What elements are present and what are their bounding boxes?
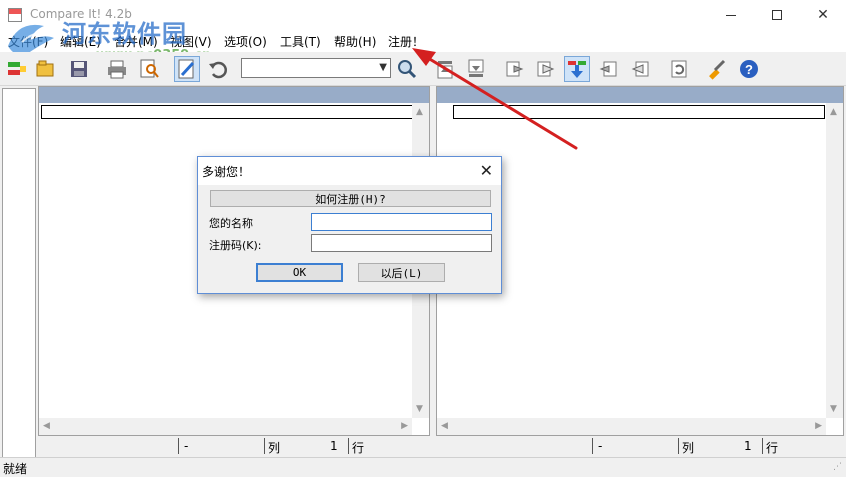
last-difference-icon bbox=[468, 59, 484, 77]
help-icon: ? bbox=[740, 60, 758, 78]
left-col-value: 1 bbox=[330, 439, 338, 453]
later-button[interactable]: 以后(L) bbox=[358, 263, 445, 282]
arrow-right-all-icon bbox=[537, 61, 555, 77]
left-pane-header bbox=[39, 87, 429, 103]
pencil-icon bbox=[178, 59, 195, 79]
last-difference-button[interactable] bbox=[463, 56, 489, 82]
print-preview-button[interactable] bbox=[136, 56, 162, 82]
registration-code-field[interactable] bbox=[311, 234, 492, 252]
arrow-left-all-icon bbox=[631, 61, 649, 77]
menu-options[interactable]: 选项(O) bbox=[224, 33, 267, 50]
save-button[interactable] bbox=[66, 56, 92, 82]
settings-button[interactable] bbox=[704, 56, 730, 82]
left-row-label: 行 bbox=[352, 441, 365, 455]
svg-text:?: ? bbox=[745, 62, 753, 77]
copy-left-all-button[interactable] bbox=[627, 56, 653, 82]
right-pane-statusbar: - 列 1 行 bbox=[436, 436, 844, 457]
register-dialog: 多谢您！ ✕ 如何注册(H)? 您的名称 注册码(K): OK 以后(L) bbox=[197, 156, 502, 294]
right-position: - bbox=[598, 439, 603, 453]
left-horizontal-scrollbar[interactable]: ◀ ▶ bbox=[39, 418, 412, 435]
scroll-down-icon[interactable]: ▼ bbox=[830, 404, 837, 414]
refresh-button[interactable] bbox=[666, 56, 692, 82]
chevron-down-icon[interactable]: ▼ bbox=[379, 62, 387, 73]
compare-files-button[interactable] bbox=[4, 56, 30, 82]
left-col-label: 列 bbox=[268, 441, 281, 455]
status-separator bbox=[762, 438, 763, 454]
open-folder-icon bbox=[36, 60, 54, 77]
open-folder-button[interactable] bbox=[33, 56, 59, 82]
toolbar: ? bbox=[0, 52, 846, 86]
compare-files-icon bbox=[8, 62, 26, 75]
left-pane-statusbar: - 列 1 行 bbox=[38, 436, 430, 457]
first-difference-icon bbox=[437, 61, 453, 79]
print-button[interactable] bbox=[104, 56, 130, 82]
save-icon bbox=[71, 61, 87, 77]
arrow-left-icon bbox=[599, 61, 617, 77]
line-margin bbox=[2, 88, 36, 458]
refresh-icon bbox=[671, 60, 687, 78]
right-vertical-scrollbar[interactable]: ▲ ▼ bbox=[826, 103, 843, 418]
minimize-button[interactable] bbox=[708, 0, 754, 30]
maximize-icon bbox=[772, 10, 782, 20]
status-bar: 就绪 ⋰ bbox=[0, 457, 846, 477]
name-field[interactable] bbox=[311, 213, 492, 231]
scroll-right-icon[interactable]: ▶ bbox=[401, 421, 408, 431]
menu-help[interactable]: 帮助(H) bbox=[334, 33, 376, 50]
right-pane-header bbox=[437, 87, 843, 103]
scroll-down-icon[interactable]: ▼ bbox=[416, 404, 423, 414]
status-separator bbox=[592, 438, 593, 454]
print-preview-icon bbox=[140, 59, 159, 78]
ok-button[interactable]: OK bbox=[256, 263, 343, 282]
undo-icon bbox=[209, 61, 227, 79]
maximize-button[interactable] bbox=[754, 0, 800, 30]
name-label: 您的名称 bbox=[209, 217, 253, 230]
right-col-label: 列 bbox=[682, 441, 695, 455]
copy-right-all-button[interactable] bbox=[533, 56, 559, 82]
right-current-line[interactable] bbox=[453, 105, 825, 119]
status-separator bbox=[264, 438, 265, 454]
status-separator bbox=[348, 438, 349, 454]
right-row-label: 行 bbox=[766, 441, 779, 455]
left-position: - bbox=[184, 439, 189, 453]
tools-icon bbox=[709, 59, 726, 80]
dialog-title: 多谢您！ bbox=[202, 165, 251, 179]
dialog-close-icon[interactable]: ✕ bbox=[480, 161, 493, 180]
close-icon: ✕ bbox=[817, 7, 829, 23]
arrow-right-icon bbox=[506, 61, 524, 77]
status-text: 就绪 bbox=[3, 462, 28, 476]
edit-mode-button[interactable] bbox=[174, 56, 200, 82]
close-button[interactable]: ✕ bbox=[800, 0, 846, 30]
print-icon bbox=[108, 60, 126, 79]
scroll-up-icon[interactable]: ▲ bbox=[416, 107, 423, 117]
search-combo[interactable]: ▼ bbox=[241, 58, 391, 78]
copy-right-button[interactable] bbox=[502, 56, 528, 82]
resize-grip-icon[interactable]: ⋰ bbox=[833, 462, 842, 472]
search-button[interactable] bbox=[394, 56, 420, 82]
undo-button[interactable] bbox=[205, 56, 231, 82]
scroll-right-icon[interactable]: ▶ bbox=[815, 421, 822, 431]
status-separator bbox=[178, 438, 179, 454]
scroll-left-icon[interactable]: ◀ bbox=[441, 421, 448, 431]
next-difference-icon bbox=[568, 61, 586, 78]
menu-register[interactable]: 注册！ bbox=[388, 33, 424, 50]
next-difference-button[interactable] bbox=[564, 56, 590, 82]
scroll-up-icon[interactable]: ▲ bbox=[830, 107, 837, 117]
watermark-title: 河东软件园 bbox=[62, 19, 187, 48]
help-button[interactable]: ? bbox=[736, 56, 762, 82]
menu-tools[interactable]: 工具(T) bbox=[280, 33, 321, 50]
status-separator bbox=[678, 438, 679, 454]
how-to-register-button[interactable]: 如何注册(H)? bbox=[210, 190, 491, 207]
copy-left-button[interactable] bbox=[595, 56, 621, 82]
dialog-title-bar: 多谢您！ ✕ bbox=[198, 157, 501, 185]
minimize-icon bbox=[726, 14, 736, 16]
scroll-left-icon[interactable]: ◀ bbox=[43, 421, 50, 431]
right-horizontal-scrollbar[interactable]: ◀ ▶ bbox=[437, 418, 826, 435]
first-difference-button[interactable] bbox=[432, 56, 458, 82]
left-current-line[interactable] bbox=[41, 105, 413, 119]
search-icon bbox=[398, 60, 417, 79]
right-col-value: 1 bbox=[744, 439, 752, 453]
code-label: 注册码(K): bbox=[209, 239, 262, 252]
